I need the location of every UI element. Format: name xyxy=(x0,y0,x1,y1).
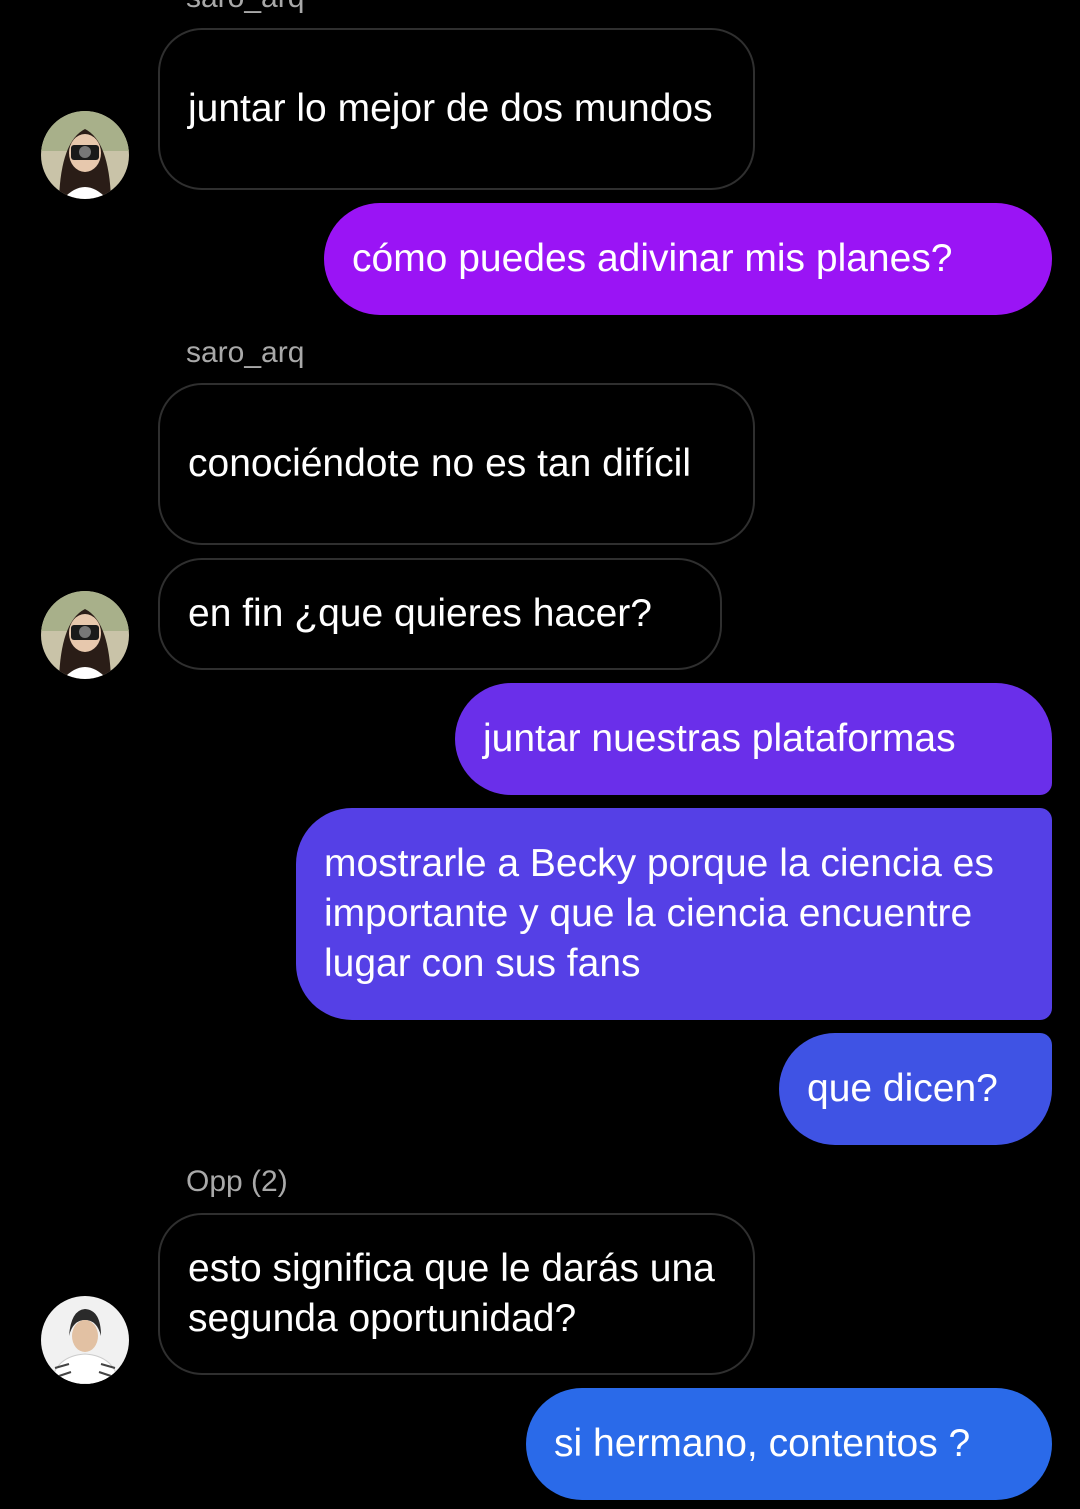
message-bubble-outgoing[interactable]: cómo puedes adivinar mis planes? xyxy=(324,203,1052,315)
message-bubble-outgoing[interactable]: juntar nuestras plataformas xyxy=(455,683,1052,795)
sender-name: Opp (2) xyxy=(186,1165,288,1198)
message-text: si hermano, contentos ? xyxy=(554,1422,971,1465)
message-text: esto significa que le darás una segunda … xyxy=(188,1247,715,1340)
sender-name: saro_arq xyxy=(186,0,304,16)
message-bubble-incoming[interactable]: conociéndote no es tan difícil xyxy=(158,383,755,545)
message-text: que dicen? xyxy=(807,1067,998,1110)
message-text: en fin ¿que quieres hacer? xyxy=(188,592,652,635)
avatar[interactable] xyxy=(41,111,129,199)
avatar[interactable] xyxy=(41,1296,129,1384)
message-bubble-incoming[interactable]: esto significa que le darás una segunda … xyxy=(158,1213,755,1375)
sender-name: saro_arq xyxy=(186,336,305,369)
avatar[interactable] xyxy=(41,591,129,679)
message-bubble-outgoing[interactable]: si hermano, contentos ? xyxy=(526,1388,1052,1500)
message-bubble-incoming[interactable]: juntar lo mejor de dos mundos xyxy=(158,28,755,190)
person-with-camera-icon xyxy=(41,111,129,199)
message-text: conociéndote no es tan difícil xyxy=(188,442,692,485)
message-text: juntar nuestras plataformas xyxy=(483,717,956,760)
message-bubble-outgoing[interactable]: mostrarle a Becky porque la ciencia es i… xyxy=(296,808,1052,1020)
person-portrait-icon xyxy=(41,1296,129,1384)
message-bubble-outgoing[interactable]: que dicen? xyxy=(779,1033,1052,1145)
message-text: mostrarle a Becky porque la ciencia es i… xyxy=(324,842,994,985)
person-with-camera-icon xyxy=(41,591,129,679)
message-text: cómo puedes adivinar mis planes? xyxy=(352,237,953,280)
message-bubble-incoming[interactable]: en fin ¿que quieres hacer? xyxy=(158,558,722,670)
message-text: juntar lo mejor de dos mundos xyxy=(188,87,713,130)
